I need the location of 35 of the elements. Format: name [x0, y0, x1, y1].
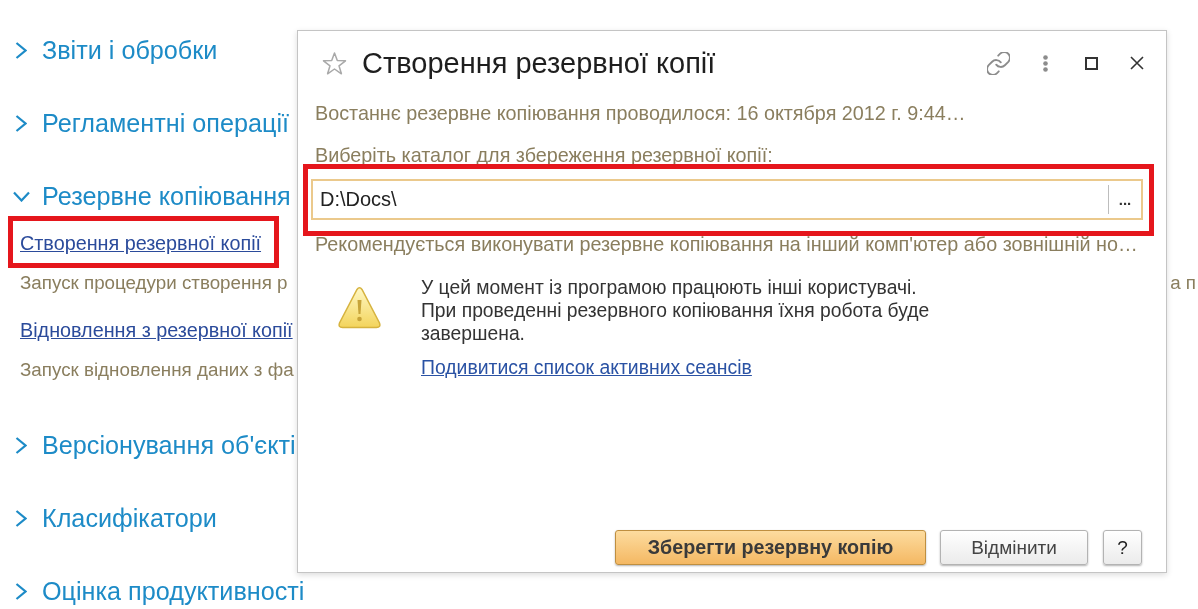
warning-text: При проведенні резервного копіювання їхня робота буде завершена. [421, 299, 931, 345]
section-title[interactable]: Регламентні операції [42, 108, 289, 138]
secondary-button[interactable]: Відмінити [940, 530, 1088, 565]
chevron-right-icon[interactable] [15, 436, 27, 454]
help-button[interactable]: ? [1103, 530, 1142, 565]
warning-text: У цей момент із програмою працюють інші користувачі. [421, 276, 918, 299]
section-title[interactable]: Класифікатори [42, 503, 217, 533]
chevron-right-icon[interactable] [15, 41, 27, 59]
sidebar-link[interactable]: Відновлення з резервної копії [20, 319, 293, 341]
sidebar-link[interactable]: Створення резервної копії [20, 232, 262, 254]
chevron-right-icon[interactable] [15, 582, 27, 600]
dialog-title: Створення резервної копії [362, 46, 716, 80]
star-icon[interactable] [322, 51, 347, 75]
warning-icon [338, 286, 381, 329]
last-backup-text: Востаннє резервне копіювання проводилося: 16 октября 2012 г. 9:44… [315, 102, 967, 124]
section-title[interactable]: Резервне копіювання [42, 181, 291, 211]
chevron-right-icon[interactable] [15, 114, 27, 132]
link-description: а п [1170, 272, 1196, 294]
link-description: Запуск відновлення даних з фа [20, 359, 294, 381]
link-icon[interactable] [987, 51, 1010, 75]
section-title[interactable]: Звіти і обробки [42, 35, 218, 65]
choose-button[interactable]: ... [1108, 185, 1141, 214]
sessions-link[interactable]: Подивитися список активних сеансів [421, 356, 752, 378]
folder-field[interactable]: D:\Docs\ ... [311, 179, 1143, 220]
close-icon[interactable] [1130, 56, 1144, 70]
chevron-down-icon[interactable] [12, 190, 30, 202]
section-title[interactable]: Оцінка продуктивності [42, 576, 305, 606]
primary-button[interactable]: Зберегти резервну копію [615, 530, 926, 565]
chevron-right-icon[interactable] [15, 509, 27, 527]
more-icon[interactable] [1043, 54, 1048, 72]
section-title[interactable]: Версіонування об'єкті [42, 430, 296, 460]
folder-label: Виберіть каталог для збереження резервної копії: [315, 146, 774, 164]
hint-text: Рекомендується виконувати резервне копіювання на інший комп'ютер або зовнішній но… [315, 233, 1139, 255]
maximize-icon[interactable] [1085, 56, 1098, 70]
link-description: Запуск процедури створення р [20, 272, 288, 294]
